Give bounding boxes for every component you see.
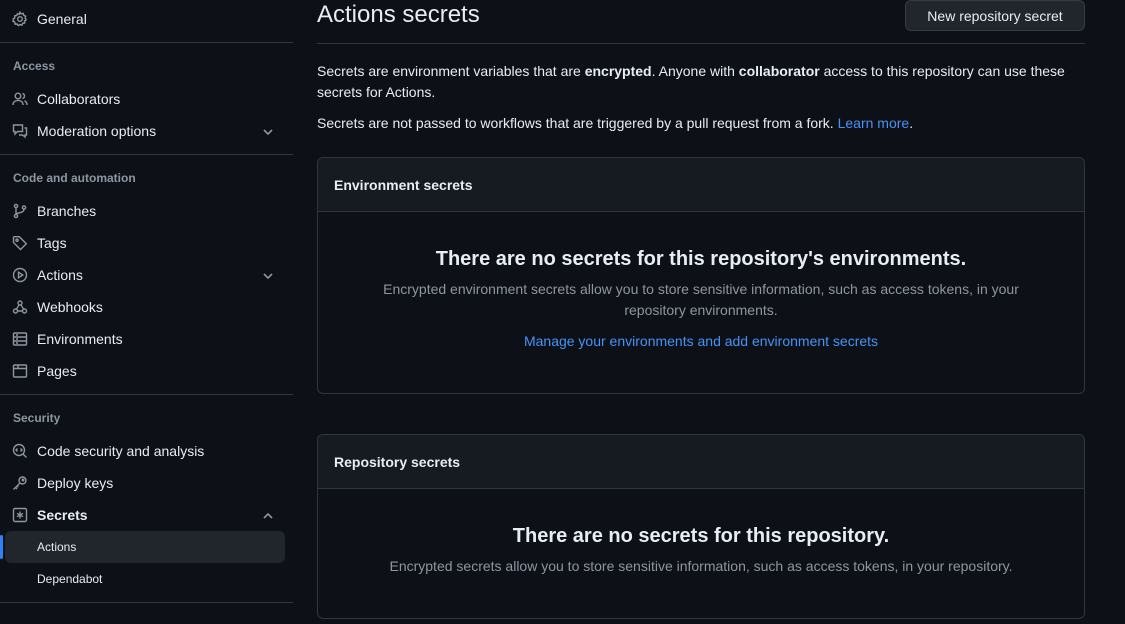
- chevron-up-icon[interactable]: [262, 509, 274, 521]
- sidebar-item-secrets[interactable]: Secrets: [0, 499, 285, 531]
- sidebar-item-label: Deploy keys: [37, 475, 114, 491]
- browser-icon: [12, 363, 28, 379]
- sidebar-subitem-label: Dependabot: [37, 572, 103, 586]
- box-header: Environment secrets: [318, 158, 1084, 212]
- fork-notice-text: .: [909, 115, 914, 131]
- sidebar-item-actions[interactable]: Actions: [0, 259, 285, 291]
- sidebar-subitem-actions[interactable]: Actions: [5, 531, 285, 563]
- divider: [0, 602, 293, 603]
- new-repository-secret-button[interactable]: New repository secret: [905, 0, 1085, 31]
- codescan-icon: [12, 443, 28, 459]
- sidebar-item-label: Branches: [37, 203, 97, 219]
- webhook-icon: [12, 299, 28, 315]
- sidebar-item-label: Webhooks: [37, 299, 103, 315]
- intro-text: . Anyone with: [651, 63, 739, 79]
- sidebar-item-label: Pages: [37, 363, 77, 379]
- sidebar-item-moderation[interactable]: Moderation options: [0, 115, 285, 147]
- sidebar-item-branches[interactable]: Branches: [0, 195, 285, 227]
- play-icon: [12, 267, 28, 283]
- sidebar-item-pages[interactable]: Pages: [0, 355, 285, 387]
- empty-state-description: Encrypted secrets allow you to store sen…: [389, 558, 1013, 574]
- sidebar-item-deploy-keys[interactable]: Deploy keys: [0, 467, 285, 499]
- sidebar-item-label: Moderation options: [37, 123, 157, 139]
- sidebar-item-label: General: [37, 11, 87, 27]
- empty-state-title: There are no secrets for this repository…: [512, 525, 890, 547]
- section-title-code-automation: Code and automation: [13, 171, 136, 185]
- gear-icon: [12, 11, 28, 27]
- fork-notice: Secrets are not passed to workflows that…: [317, 113, 1077, 134]
- asterisk-box-icon: [12, 507, 28, 523]
- page-title: Actions secrets: [317, 1, 480, 28]
- active-indicator: [0, 535, 3, 559]
- main-content: Actions secrets New repository secret Se…: [317, 0, 1085, 624]
- intro-paragraph: Secrets are environment variables that a…: [317, 61, 1077, 103]
- sidebar-item-collaborators[interactable]: Collaborators: [0, 83, 285, 115]
- sidebar-item-environments[interactable]: Environments: [0, 323, 285, 355]
- sidebar-item-label: Actions: [37, 267, 83, 283]
- divider: [0, 42, 293, 43]
- sidebar-item-label: Environments: [37, 331, 123, 347]
- people-icon: [12, 91, 28, 107]
- section-title-access: Access: [13, 59, 56, 73]
- repository-secrets-box: Repository secrets There are no secrets …: [317, 434, 1085, 619]
- learn-more-link[interactable]: Learn more: [838, 115, 910, 131]
- sidebar-subitem-dependabot[interactable]: Dependabot: [5, 563, 285, 595]
- divider: [317, 43, 1085, 44]
- intro-text: Secrets are environment variables that a…: [317, 63, 585, 79]
- fork-notice-text: Secrets are not passed to workflows that…: [317, 115, 838, 131]
- sidebar-subitem-label: Actions: [37, 540, 77, 554]
- box-header: Repository secrets: [318, 435, 1084, 489]
- section-title-security: Security: [13, 411, 61, 425]
- environment-secrets-box: Environment secrets There are no secrets…: [317, 157, 1085, 394]
- sidebar-item-tags[interactable]: Tags: [0, 227, 285, 259]
- comment-discussion-icon: [12, 123, 28, 139]
- git-branch-icon: [12, 203, 28, 219]
- divider: [0, 394, 293, 395]
- key-icon: [12, 475, 28, 491]
- empty-state-description: Encrypted environment secrets allow you …: [383, 281, 1019, 318]
- sidebar-item-label: Secrets: [37, 507, 88, 523]
- tag-icon: [12, 235, 28, 251]
- server-icon: [12, 331, 28, 347]
- settings-sidebar: General Access Collaborators Moderation …: [0, 0, 293, 624]
- sidebar-item-code-security[interactable]: Code security and analysis: [0, 435, 285, 467]
- chevron-down-icon[interactable]: [262, 125, 274, 137]
- manage-environments-link[interactable]: Manage your environments and add environ…: [318, 333, 1084, 349]
- sidebar-item-general[interactable]: General: [0, 3, 285, 35]
- chevron-down-icon[interactable]: [262, 269, 274, 281]
- empty-state-title: There are no secrets for this repository…: [435, 248, 967, 270]
- intro-emphasis: collaborator: [738, 63, 820, 79]
- divider: [0, 154, 293, 155]
- sidebar-item-label: Tags: [37, 235, 67, 251]
- sidebar-item-label: Code security and analysis: [37, 443, 205, 459]
- sidebar-item-webhooks[interactable]: Webhooks: [0, 291, 285, 323]
- sidebar-item-label: Collaborators: [37, 91, 121, 107]
- intro-emphasis: encrypted: [584, 63, 652, 79]
